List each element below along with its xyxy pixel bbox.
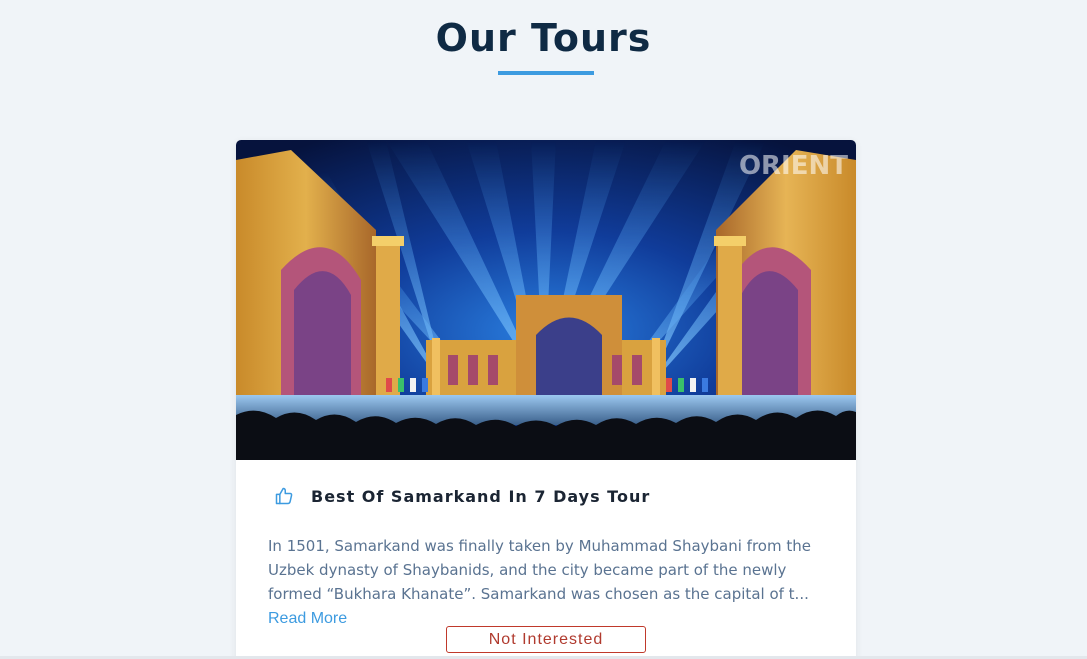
image-watermark: ORIENT (739, 151, 848, 181)
tour-card: ORIENT Best Of Samarkand In 7 Days Tour … (236, 140, 856, 659)
title-underline (498, 71, 594, 75)
section-title: Our Tours (435, 16, 652, 60)
tour-image[interactable]: ORIENT (236, 140, 856, 460)
tours-page: Our Tours ORIENT Best Of Samarkand In 7 … (0, 0, 1087, 659)
tour-description: In 1501, Samarkand was finally taken by … (268, 534, 828, 631)
not-interested-button[interactable]: Not Interested (446, 626, 646, 653)
read-more-link[interactable]: Read More (268, 610, 347, 627)
tour-title: Best Of Samarkand In 7 Days Tour (311, 486, 651, 506)
tour-description-text: In 1501, Samarkand was finally taken by … (268, 537, 811, 603)
thumbs-up-icon[interactable] (274, 486, 294, 506)
tour-title-row: Best Of Samarkand In 7 Days Tour (274, 486, 650, 506)
